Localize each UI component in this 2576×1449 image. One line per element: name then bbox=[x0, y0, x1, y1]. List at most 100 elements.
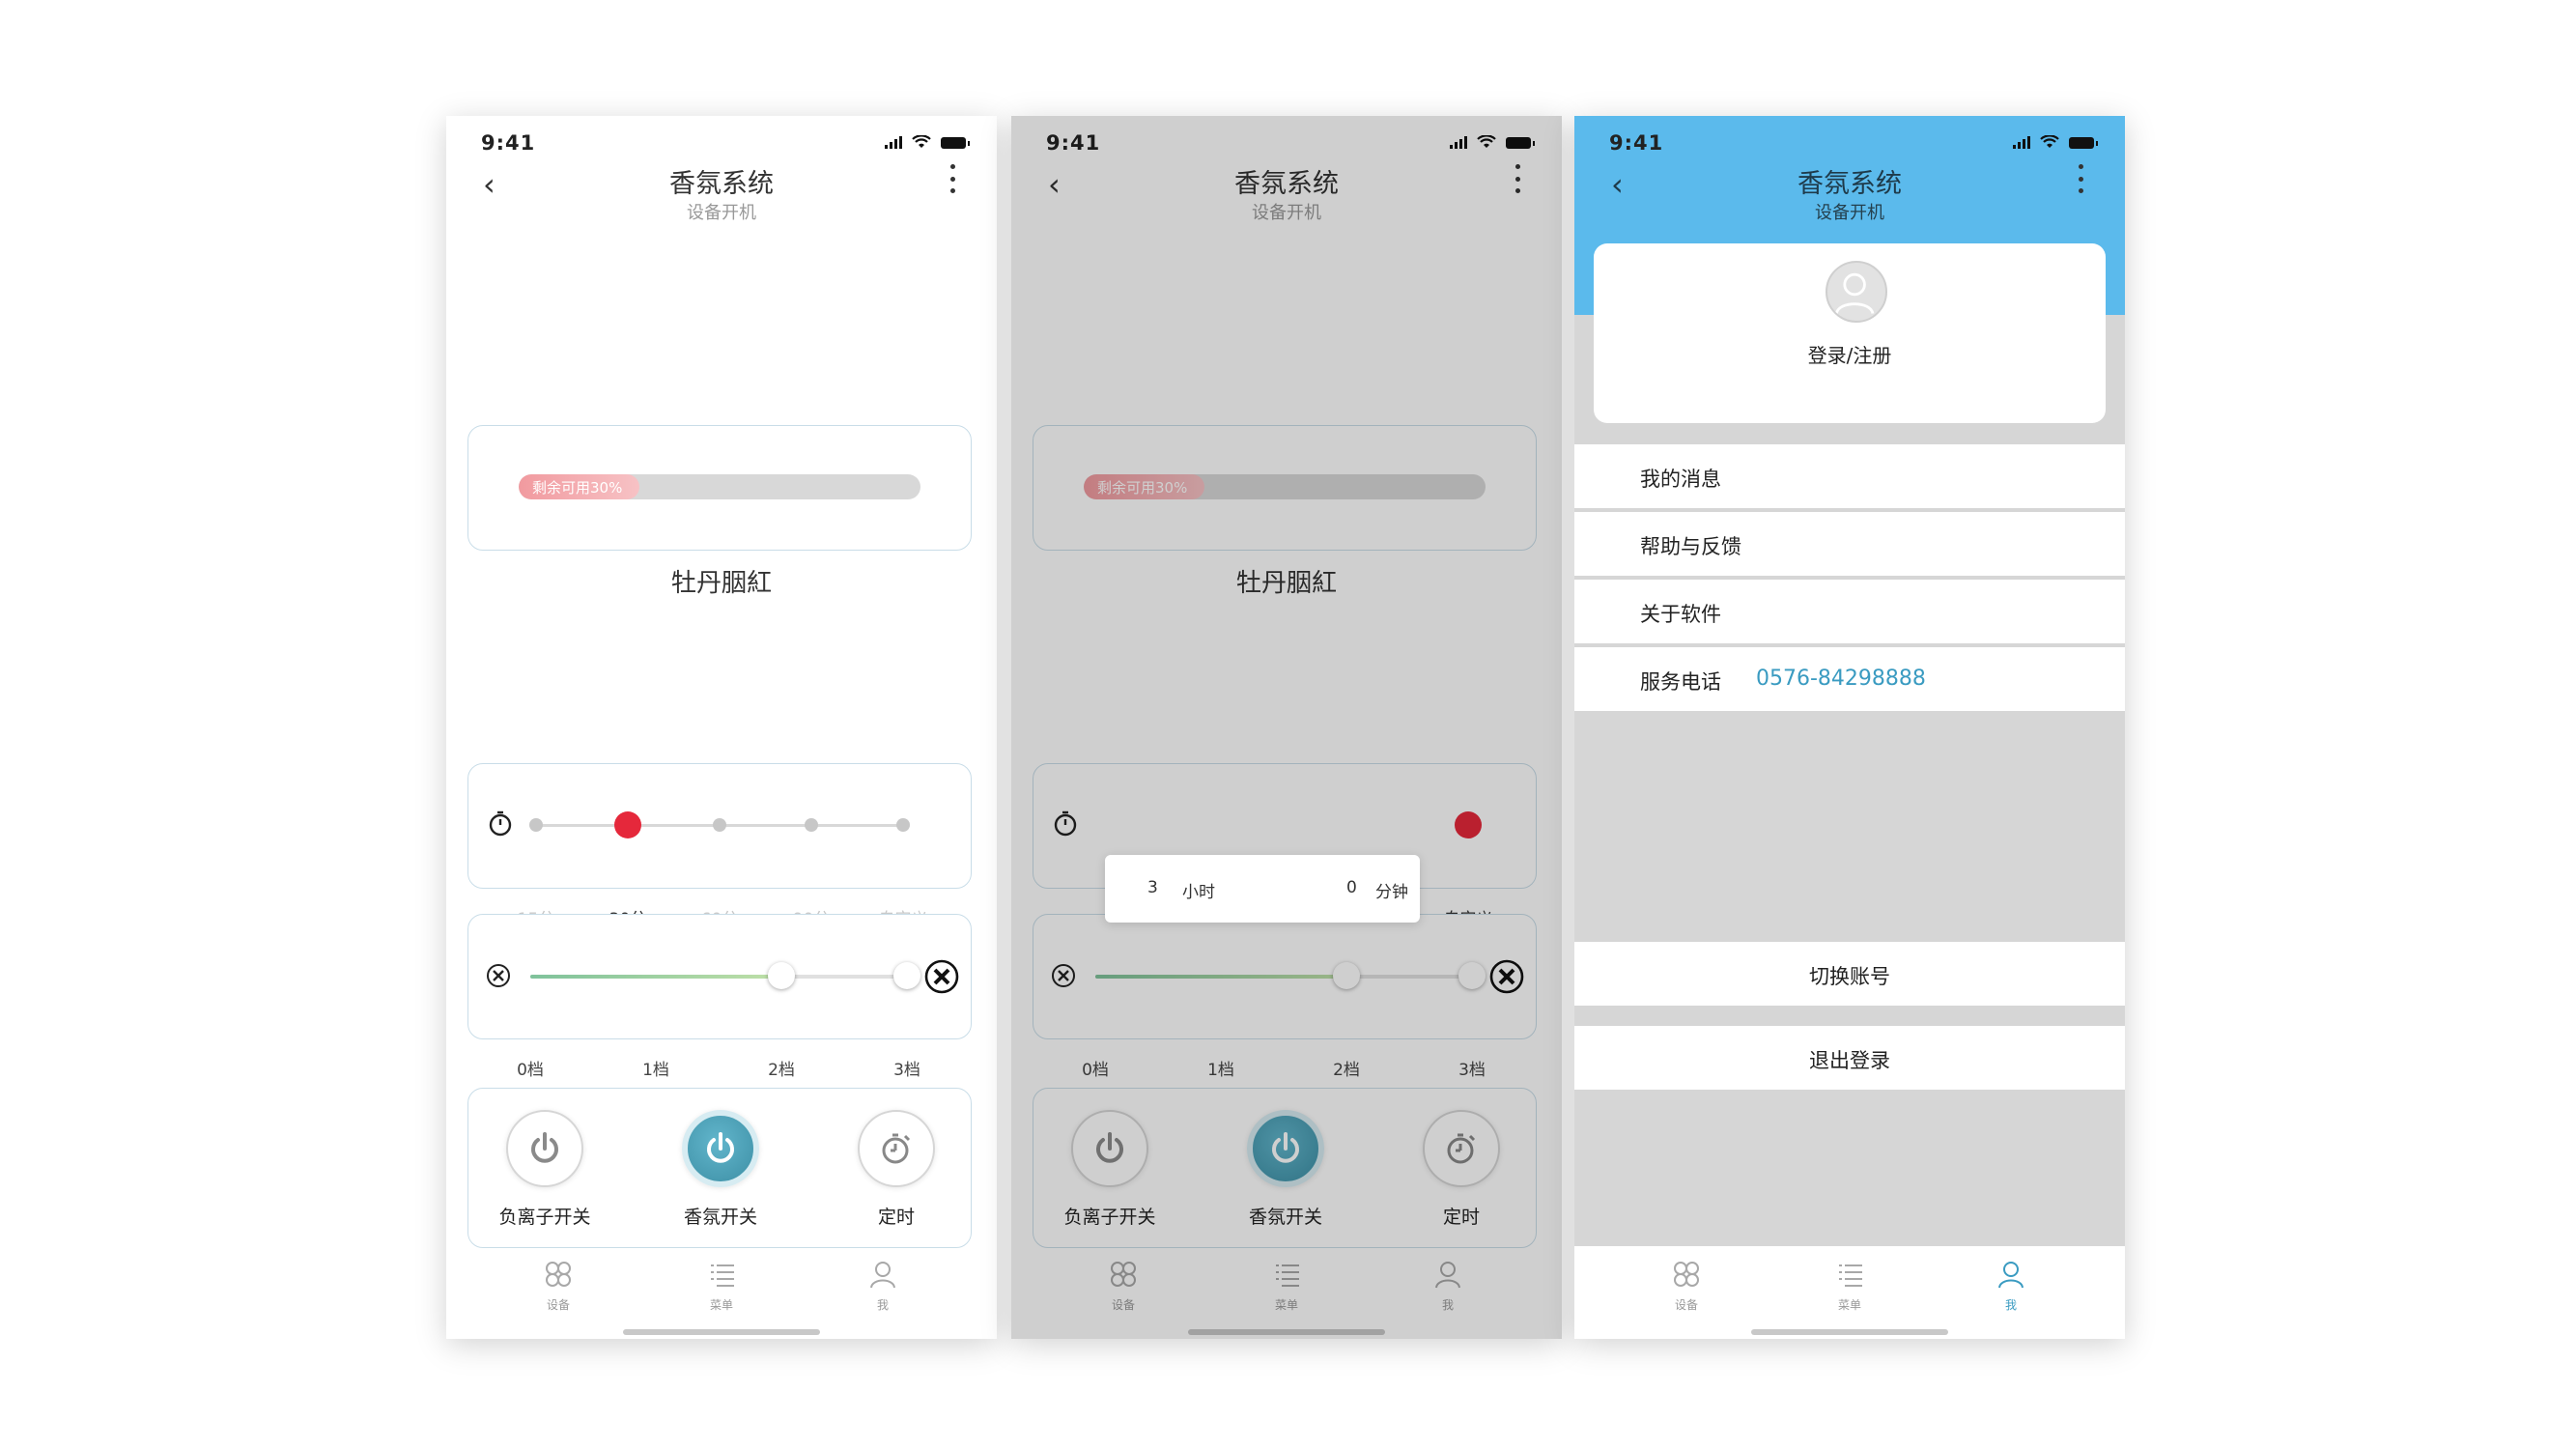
remaining-label: 剩余可用30% bbox=[532, 479, 623, 497]
tab-label: 菜单 bbox=[709, 1298, 733, 1312]
page-subtitle: 设备开机 bbox=[1815, 203, 1884, 223]
menu-item-help-feedback[interactable]: 帮助与反馈 bbox=[1574, 512, 2125, 576]
picker-minutes-value[interactable]: 0 bbox=[1346, 878, 1357, 897]
control-buttons-card: 负离子开关 香氛开关 定时 bbox=[467, 1088, 972, 1248]
page-title: 香氛系统 bbox=[1798, 169, 1902, 199]
timer-option-dot[interactable] bbox=[805, 818, 818, 832]
tab-label: 菜单 bbox=[1837, 1298, 1861, 1312]
logout-label: 退出登录 bbox=[1809, 1049, 1890, 1072]
page-subtitle: 设备开机 bbox=[687, 203, 756, 223]
control-button-label: 定时 bbox=[877, 1207, 915, 1228]
logout-button[interactable]: 退出登录 bbox=[1574, 1026, 2125, 1090]
signal-icon bbox=[2013, 135, 2030, 149]
menu-item-label: 我的消息 bbox=[1640, 468, 1721, 491]
timer-option-dot[interactable] bbox=[896, 818, 910, 832]
timer-icon bbox=[882, 1133, 911, 1164]
user-avatar-icon bbox=[1834, 272, 1875, 315]
status-time: 9:41 bbox=[1609, 131, 1664, 155]
tab-me[interactable]: 我 bbox=[1963, 1260, 2059, 1313]
status-icons bbox=[885, 135, 970, 149]
control-button-circle[interactable] bbox=[682, 1110, 759, 1187]
gear-slider[interactable]: 0档 1档 2档 3档 bbox=[517, 962, 920, 1080]
phone-timer-picker-screen: 9:41 ‹ 香氛系统 设备开机 剩余可用30% 牡丹胭紅 自定义 0档1档2档… bbox=[1011, 116, 1562, 1339]
menu-item-service-phone[interactable]: 服务电话 0576-84298888 bbox=[1574, 647, 2125, 711]
gear-label: 2档 bbox=[768, 1061, 795, 1080]
tab-devices[interactable]: 设备 bbox=[1638, 1260, 1735, 1313]
status-time: 9:41 bbox=[481, 131, 536, 155]
tab-menu[interactable]: 菜单 bbox=[673, 1260, 770, 1313]
remaining-progress-bar: 剩余可用30% bbox=[519, 474, 920, 499]
devices-grid-icon bbox=[1674, 1262, 1699, 1287]
avatar[interactable] bbox=[1826, 261, 1887, 323]
switch-account-button[interactable]: 切换账号 bbox=[1574, 942, 2125, 1006]
tab-menu[interactable]: 菜单 bbox=[1801, 1260, 1898, 1313]
tab-label: 我 bbox=[2004, 1298, 2017, 1312]
page-title: 香氛系统 bbox=[669, 169, 774, 199]
profile-person-icon bbox=[1998, 1262, 2024, 1289]
control-button-label: 负离子开关 bbox=[498, 1207, 591, 1228]
control-button-circle[interactable] bbox=[506, 1110, 583, 1187]
power-icon bbox=[531, 1132, 558, 1163]
timer-card: 15分30分60分90分自定义 bbox=[467, 763, 972, 929]
battery-icon bbox=[2069, 137, 2098, 149]
user-card[interactable]: 登录/注册 bbox=[1594, 243, 2106, 423]
gear-slider-knob[interactable] bbox=[767, 962, 795, 989]
custom-time-picker[interactable]: 3 小时 0 分钟 bbox=[1105, 855, 1420, 923]
home-indicator bbox=[623, 1329, 820, 1335]
tab-label: 我 bbox=[876, 1298, 889, 1312]
phone-device-screen: 9:41 ‹ 香氛系统 设备开机 剩余可用30% 牡丹胭紅 15分30分60分9… bbox=[446, 116, 997, 1339]
profile-person-icon bbox=[870, 1262, 895, 1289]
battery-icon bbox=[941, 137, 970, 149]
fan-large-icon bbox=[924, 959, 959, 994]
menu-item-label: 帮助与反馈 bbox=[1640, 535, 1741, 558]
gear-slider-end-knob[interactable] bbox=[893, 962, 920, 989]
status-icons bbox=[2013, 135, 2098, 149]
menu-item-messages[interactable]: 我的消息 bbox=[1574, 444, 2125, 508]
tab-label: 设备 bbox=[1674, 1298, 1698, 1312]
switch-account-label: 切换账号 bbox=[1809, 965, 1890, 988]
wifi-icon bbox=[912, 135, 931, 148]
signal-icon bbox=[885, 135, 902, 149]
more-vertical-icon[interactable] bbox=[950, 164, 958, 193]
control-button-label: 香氛开关 bbox=[683, 1207, 757, 1228]
menu-list-icon bbox=[711, 1264, 734, 1287]
devices-grid-icon bbox=[546, 1262, 571, 1287]
control-button-1[interactable]: 香氛开关 bbox=[658, 1110, 783, 1229]
timer-option-dot[interactable] bbox=[713, 818, 726, 832]
picker-minutes-unit: 分钟 bbox=[1375, 883, 1408, 902]
more-vertical-icon[interactable] bbox=[2079, 164, 2086, 193]
tab-label: 设备 bbox=[546, 1298, 570, 1312]
timer-slider[interactable]: 15分30分60分90分自定义 bbox=[518, 811, 928, 929]
gear-card: 0档 1档 2档 3档 bbox=[467, 914, 972, 1080]
home-indicator bbox=[1751, 1329, 1948, 1335]
gear-label: 0档 bbox=[517, 1061, 544, 1080]
remaining-card: 剩余可用30% bbox=[467, 425, 972, 551]
menu-item-about[interactable]: 关于软件 bbox=[1574, 580, 2125, 643]
wifi-icon bbox=[2040, 135, 2059, 148]
gear-slider-fill bbox=[530, 975, 781, 979]
dim-overlay[interactable] bbox=[1011, 116, 1562, 1339]
login-register-link[interactable]: 登录/注册 bbox=[1594, 340, 2106, 368]
control-button-circle[interactable] bbox=[858, 1110, 935, 1187]
stopwatch-icon bbox=[489, 810, 512, 837]
tab-me[interactable]: 我 bbox=[835, 1260, 931, 1313]
tab-bar: 设备 菜单 我 bbox=[1574, 1246, 2125, 1339]
menu-item-label: 服务电话 bbox=[1640, 670, 1721, 694]
control-button-2[interactable]: 定时 bbox=[834, 1110, 959, 1229]
tab-bar: 设备 菜单 我 bbox=[446, 1246, 997, 1339]
scent-name: 牡丹胭紅 bbox=[670, 569, 772, 598]
gear-label: 1档 bbox=[642, 1061, 669, 1080]
gear-label: 3档 bbox=[893, 1061, 920, 1080]
picker-hours-unit: 小时 bbox=[1182, 883, 1215, 902]
tab-devices[interactable]: 设备 bbox=[510, 1260, 607, 1313]
fan-small-icon bbox=[487, 964, 510, 987]
power-icon bbox=[707, 1132, 734, 1163]
phone-profile-screen: 9:41 ‹ 香氛系统 设备开机 登录/注册 我的消息 帮助与反馈 关于软件 服… bbox=[1574, 116, 2125, 1339]
menu-item-label: 关于软件 bbox=[1640, 603, 1721, 626]
service-phone-number[interactable]: 0576-84298888 bbox=[1756, 667, 1926, 691]
control-button-0[interactable]: 负离子开关 bbox=[482, 1110, 608, 1229]
picker-hours-value[interactable]: 3 bbox=[1147, 878, 1158, 897]
timer-option-dot[interactable] bbox=[614, 811, 641, 838]
menu-list-icon bbox=[1839, 1264, 1862, 1287]
timer-option-dot[interactable] bbox=[529, 818, 543, 832]
